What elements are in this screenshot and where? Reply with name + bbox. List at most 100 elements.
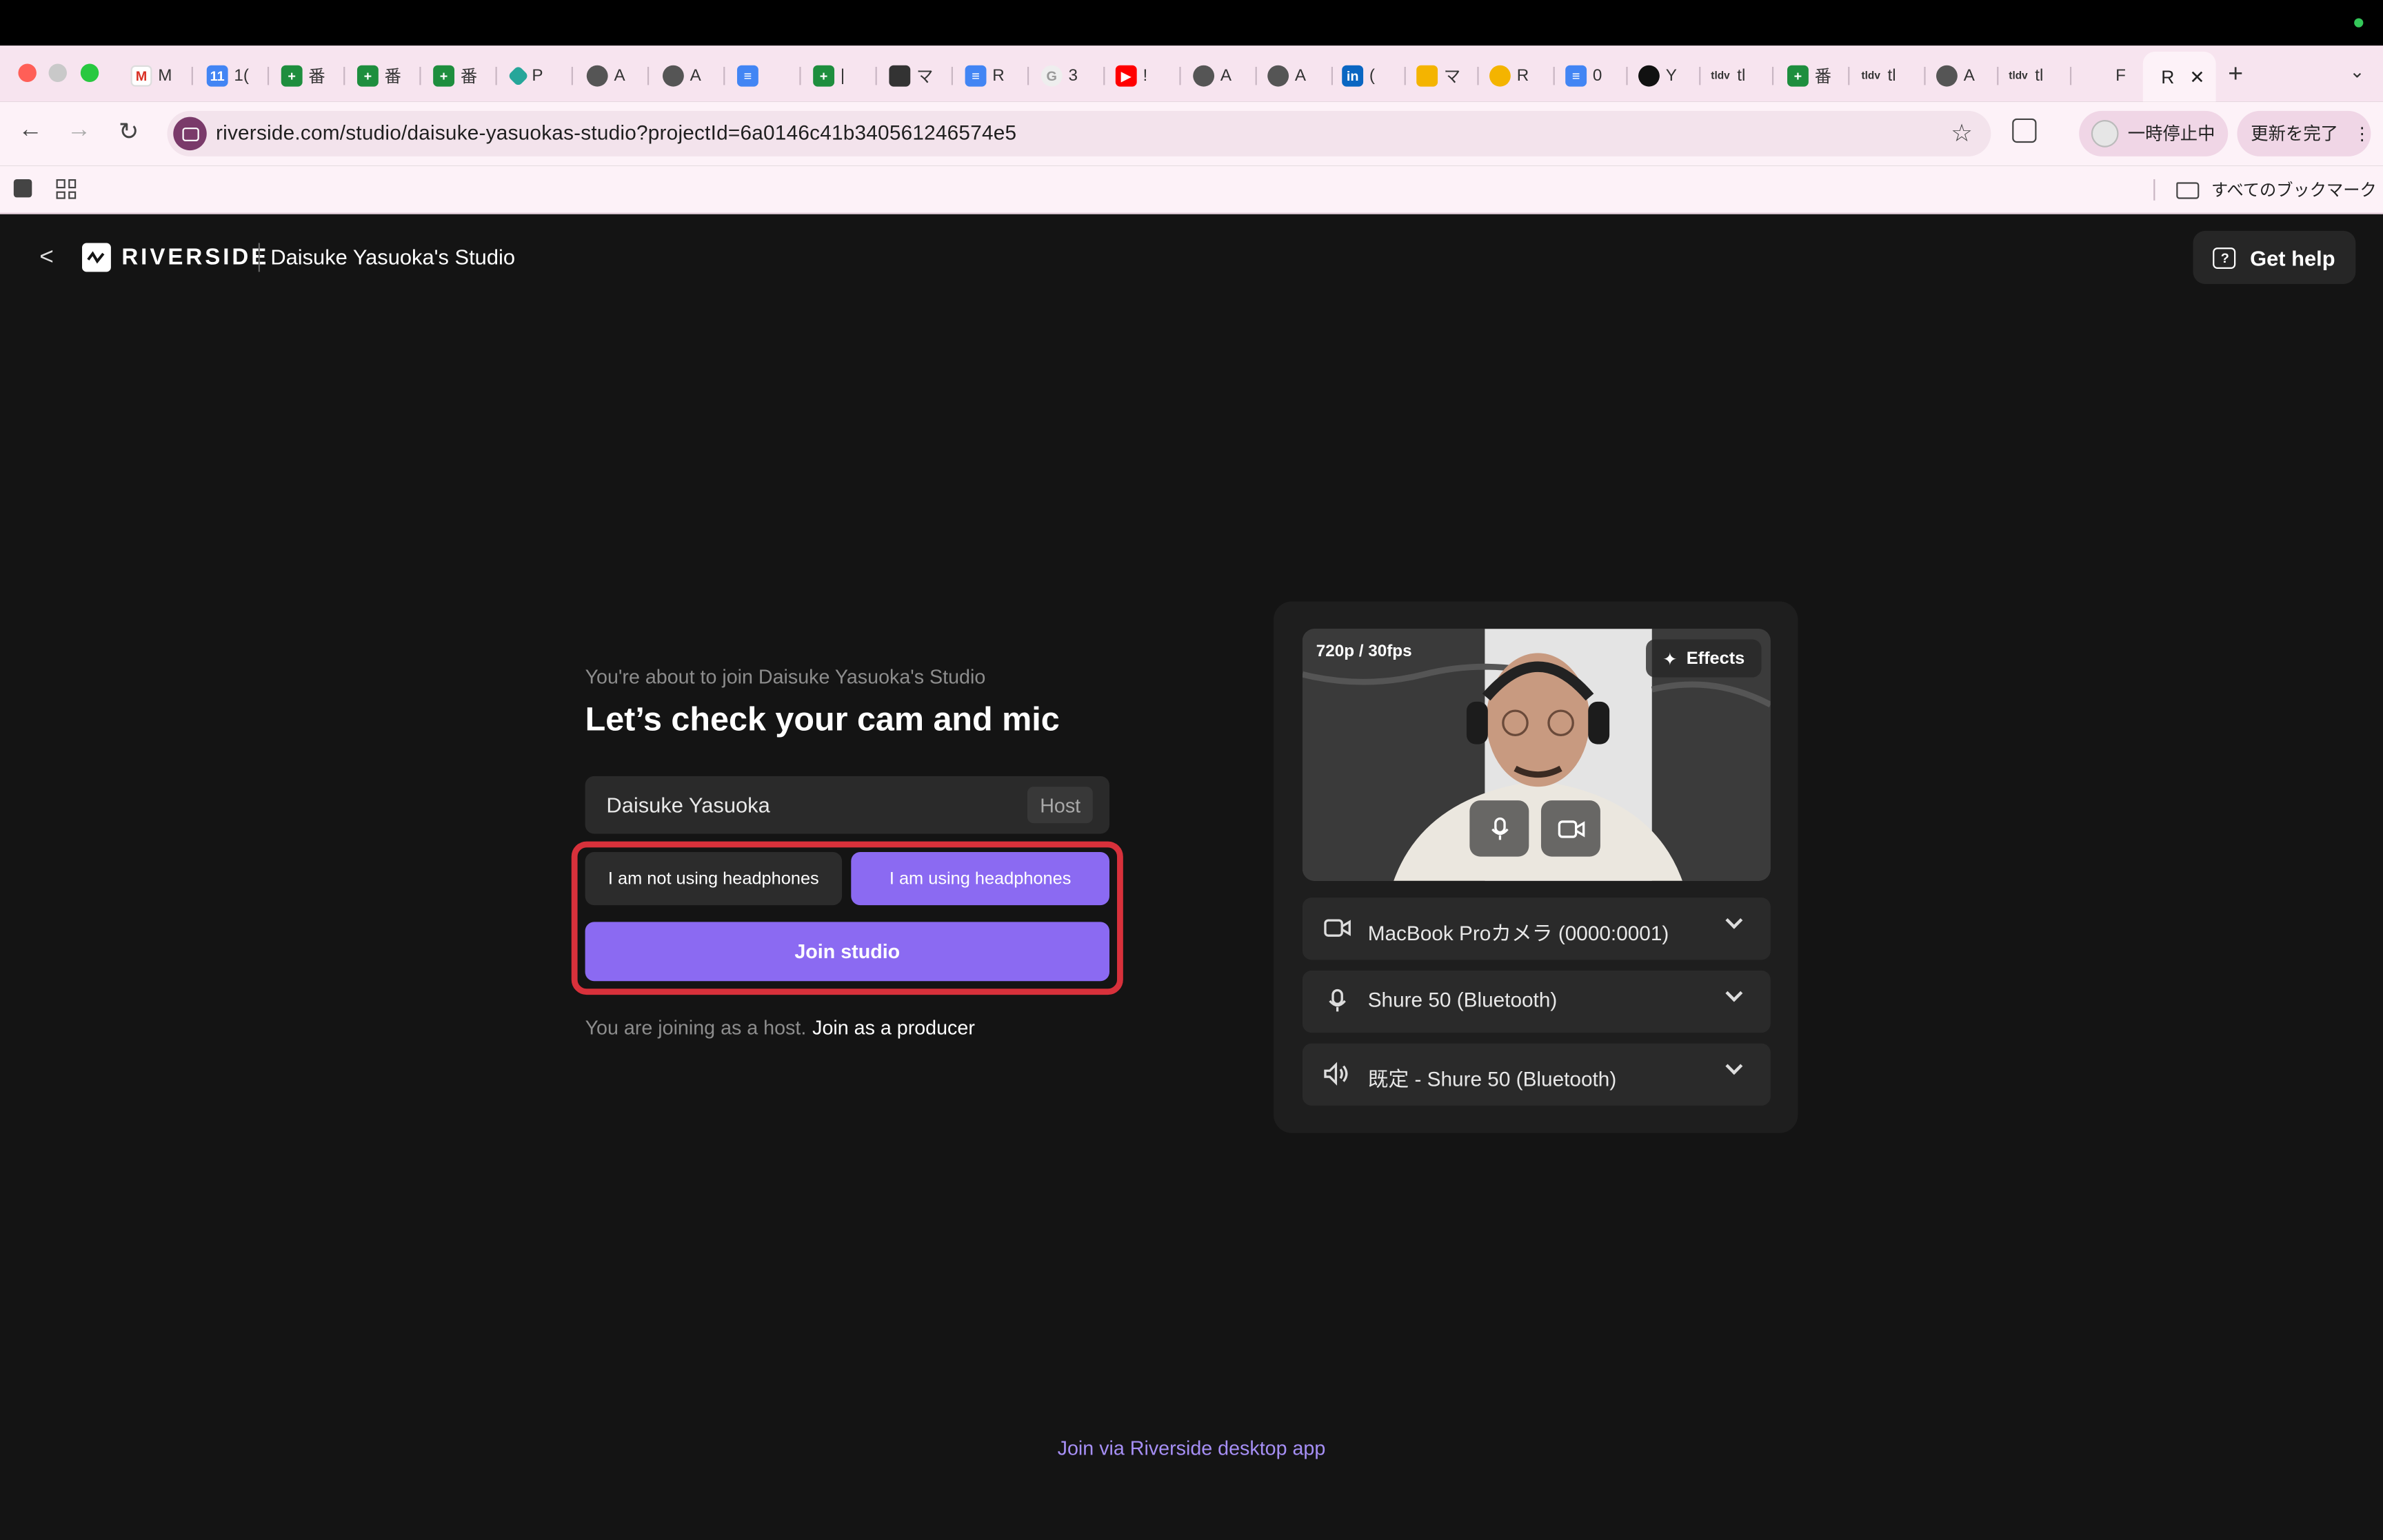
minimize-window-button[interactable] — [48, 63, 67, 82]
linkedin-icon: in — [1342, 65, 1364, 87]
browser-tab[interactable]: マ — [889, 58, 933, 94]
reload-button[interactable]: ↻ — [119, 117, 139, 148]
browser-tab[interactable]: + 番 — [1787, 58, 1831, 94]
back-button[interactable]: ← — [18, 117, 42, 145]
new-tab-button[interactable]: + — [2228, 59, 2243, 90]
app-icon — [1416, 65, 1438, 87]
forward-button[interactable]: → — [67, 117, 91, 145]
all-bookmarks-folder[interactable]: すべてのブックマーク — [2176, 178, 2377, 202]
docs-icon: ≡ — [736, 65, 758, 87]
browser-tab[interactable]: tldv tl — [2008, 58, 2043, 94]
browser-tab[interactable]: F — [2115, 58, 2126, 94]
tab-search-button[interactable]: ⌄ — [2349, 61, 2364, 82]
avatar — [2091, 120, 2119, 148]
desktop-app-link[interactable]: Join via Riverside desktop app — [0, 1437, 2383, 1459]
apps-grid-icon[interactable] — [56, 179, 77, 199]
browser-tab[interactable]: A — [1936, 58, 1975, 94]
toggle-camera-button[interactable] — [1540, 800, 1600, 857]
browser-tab[interactable]: P — [507, 58, 543, 94]
speaker-select[interactable]: 既定 - Shure 50 (Bluetooth) — [1302, 1043, 1771, 1106]
browser-tab[interactable]: ≡ 0 — [1565, 58, 1602, 94]
gmail-icon: M — [130, 65, 152, 87]
bookmarks-bar: すべてのブックマーク — [0, 165, 2383, 214]
tab-separator — [1997, 66, 1999, 85]
name-field[interactable]: Daisuke Yasuoka Host — [585, 776, 1109, 834]
browser-tab[interactable]: ≡ R — [965, 58, 1005, 94]
browser-tab[interactable]: A — [1193, 58, 1231, 94]
calendar-icon: 11 — [206, 65, 228, 87]
using-headphones-button[interactable]: I am using headphones — [851, 851, 1109, 906]
riverside-wordmark: RIVERSIDE — [121, 244, 270, 271]
browser-tab[interactable]: MM — [130, 58, 172, 94]
mute-mic-button[interactable] — [1469, 800, 1529, 857]
video-camera-icon — [1557, 820, 1585, 838]
tab-separator — [1924, 66, 1926, 85]
get-help-button[interactable]: ? Get help — [2193, 230, 2356, 284]
zoom-window-button[interactable] — [80, 63, 99, 82]
browser-tab[interactable]: マ — [1416, 58, 1460, 94]
browser-tab[interactable]: + | — [813, 58, 845, 94]
site-info-icon[interactable] — [173, 116, 207, 151]
update-button[interactable]: 更新を完了 ⋮ — [2237, 110, 2371, 156]
close-window-button[interactable] — [18, 63, 37, 82]
tab-separator — [1477, 66, 1479, 85]
address-bar[interactable]: riverside.com/studio/daisuke-yasuokas-st… — [167, 110, 1991, 156]
back-chevron-icon[interactable]: < — [39, 245, 54, 272]
close-tab-icon[interactable]: ✕ — [2189, 66, 2204, 88]
not-using-headphones-button[interactable]: I am not using headphones — [585, 851, 843, 906]
page-title: Let’s check your cam and mic — [585, 700, 1060, 738]
browser-tab[interactable]: R — [1489, 58, 1529, 94]
microphone-select[interactable]: Shure 50 (Bluetooth) — [1302, 970, 1771, 1033]
tab-separator — [571, 66, 573, 85]
effects-button[interactable]: ✦ Effects — [1646, 639, 1762, 678]
folder-icon — [2176, 181, 2200, 199]
tab-separator — [723, 66, 725, 85]
camera-indicator-icon — [2354, 18, 2364, 28]
browser-tab[interactable]: + 番 — [356, 58, 401, 94]
browser-tab[interactable]: A — [586, 58, 625, 94]
github-icon — [1638, 65, 1660, 87]
video-camera-icon — [1324, 919, 1351, 937]
browser-tab[interactable]: tldv tl — [1860, 58, 1896, 94]
tab-separator — [1771, 66, 1774, 85]
studio-title: Daisuke Yasuoka's Studio — [270, 244, 516, 269]
riverside-logo-icon — [82, 243, 111, 272]
join-as-producer-link[interactable]: Join as a producer — [812, 1016, 975, 1039]
active-browser-tab[interactable]: R ✕ — [2142, 51, 2216, 102]
speaker-icon — [1324, 1062, 1348, 1086]
tab-separator — [191, 66, 193, 85]
bookmark-star-icon[interactable]: ☆ — [1951, 119, 1973, 149]
extensions-icon[interactable] — [2012, 118, 2037, 143]
browser-tab[interactable]: in( — [1342, 58, 1375, 94]
browser-tab[interactable]: + 番 — [281, 58, 325, 94]
video-quality-label: 720p / 30fps — [1316, 642, 1412, 661]
browser-tab[interactable]: A — [662, 58, 701, 94]
browser-tab[interactable]: G3 — [1040, 58, 1078, 94]
role-badge: Host — [1027, 787, 1093, 824]
browser-tab[interactable]: Y — [1638, 58, 1677, 94]
tab-separator — [951, 66, 953, 85]
tab-separator — [799, 66, 801, 85]
tab-groups-icon[interactable] — [13, 179, 32, 198]
tab-separator — [1626, 66, 1628, 85]
browser-tab[interactable]: A — [1267, 58, 1306, 94]
browser-tab[interactable]: 11 1( — [206, 58, 249, 94]
browser-tab[interactable]: tldv tl — [1710, 58, 1745, 94]
tab-separator — [1027, 66, 1029, 85]
join-studio-button[interactable]: Join studio — [585, 922, 1109, 982]
chevron-down-icon — [1725, 1057, 1743, 1075]
browser-tab[interactable]: + 番 — [433, 58, 477, 94]
microphone-icon — [1491, 816, 1508, 840]
tab-separator — [1255, 66, 1257, 85]
camera-select[interactable]: MacBook Proカメラ (0000:0001) — [1302, 898, 1771, 960]
youtube-icon: ▶ — [1115, 65, 1137, 87]
grammarly-icon: G — [1040, 65, 1063, 87]
docs-icon: ≡ — [965, 65, 987, 87]
browser-tab[interactable]: ▶! — [1115, 58, 1147, 94]
profile-paused-button[interactable]: 一時停止中 — [2079, 110, 2229, 156]
tab-separator — [267, 66, 270, 85]
app-icon: tldv — [2009, 70, 2028, 81]
help-question-icon: ? — [2213, 247, 2237, 268]
browser-tab[interactable]: ≡ — [736, 58, 765, 94]
tab-separator — [1699, 66, 1701, 85]
